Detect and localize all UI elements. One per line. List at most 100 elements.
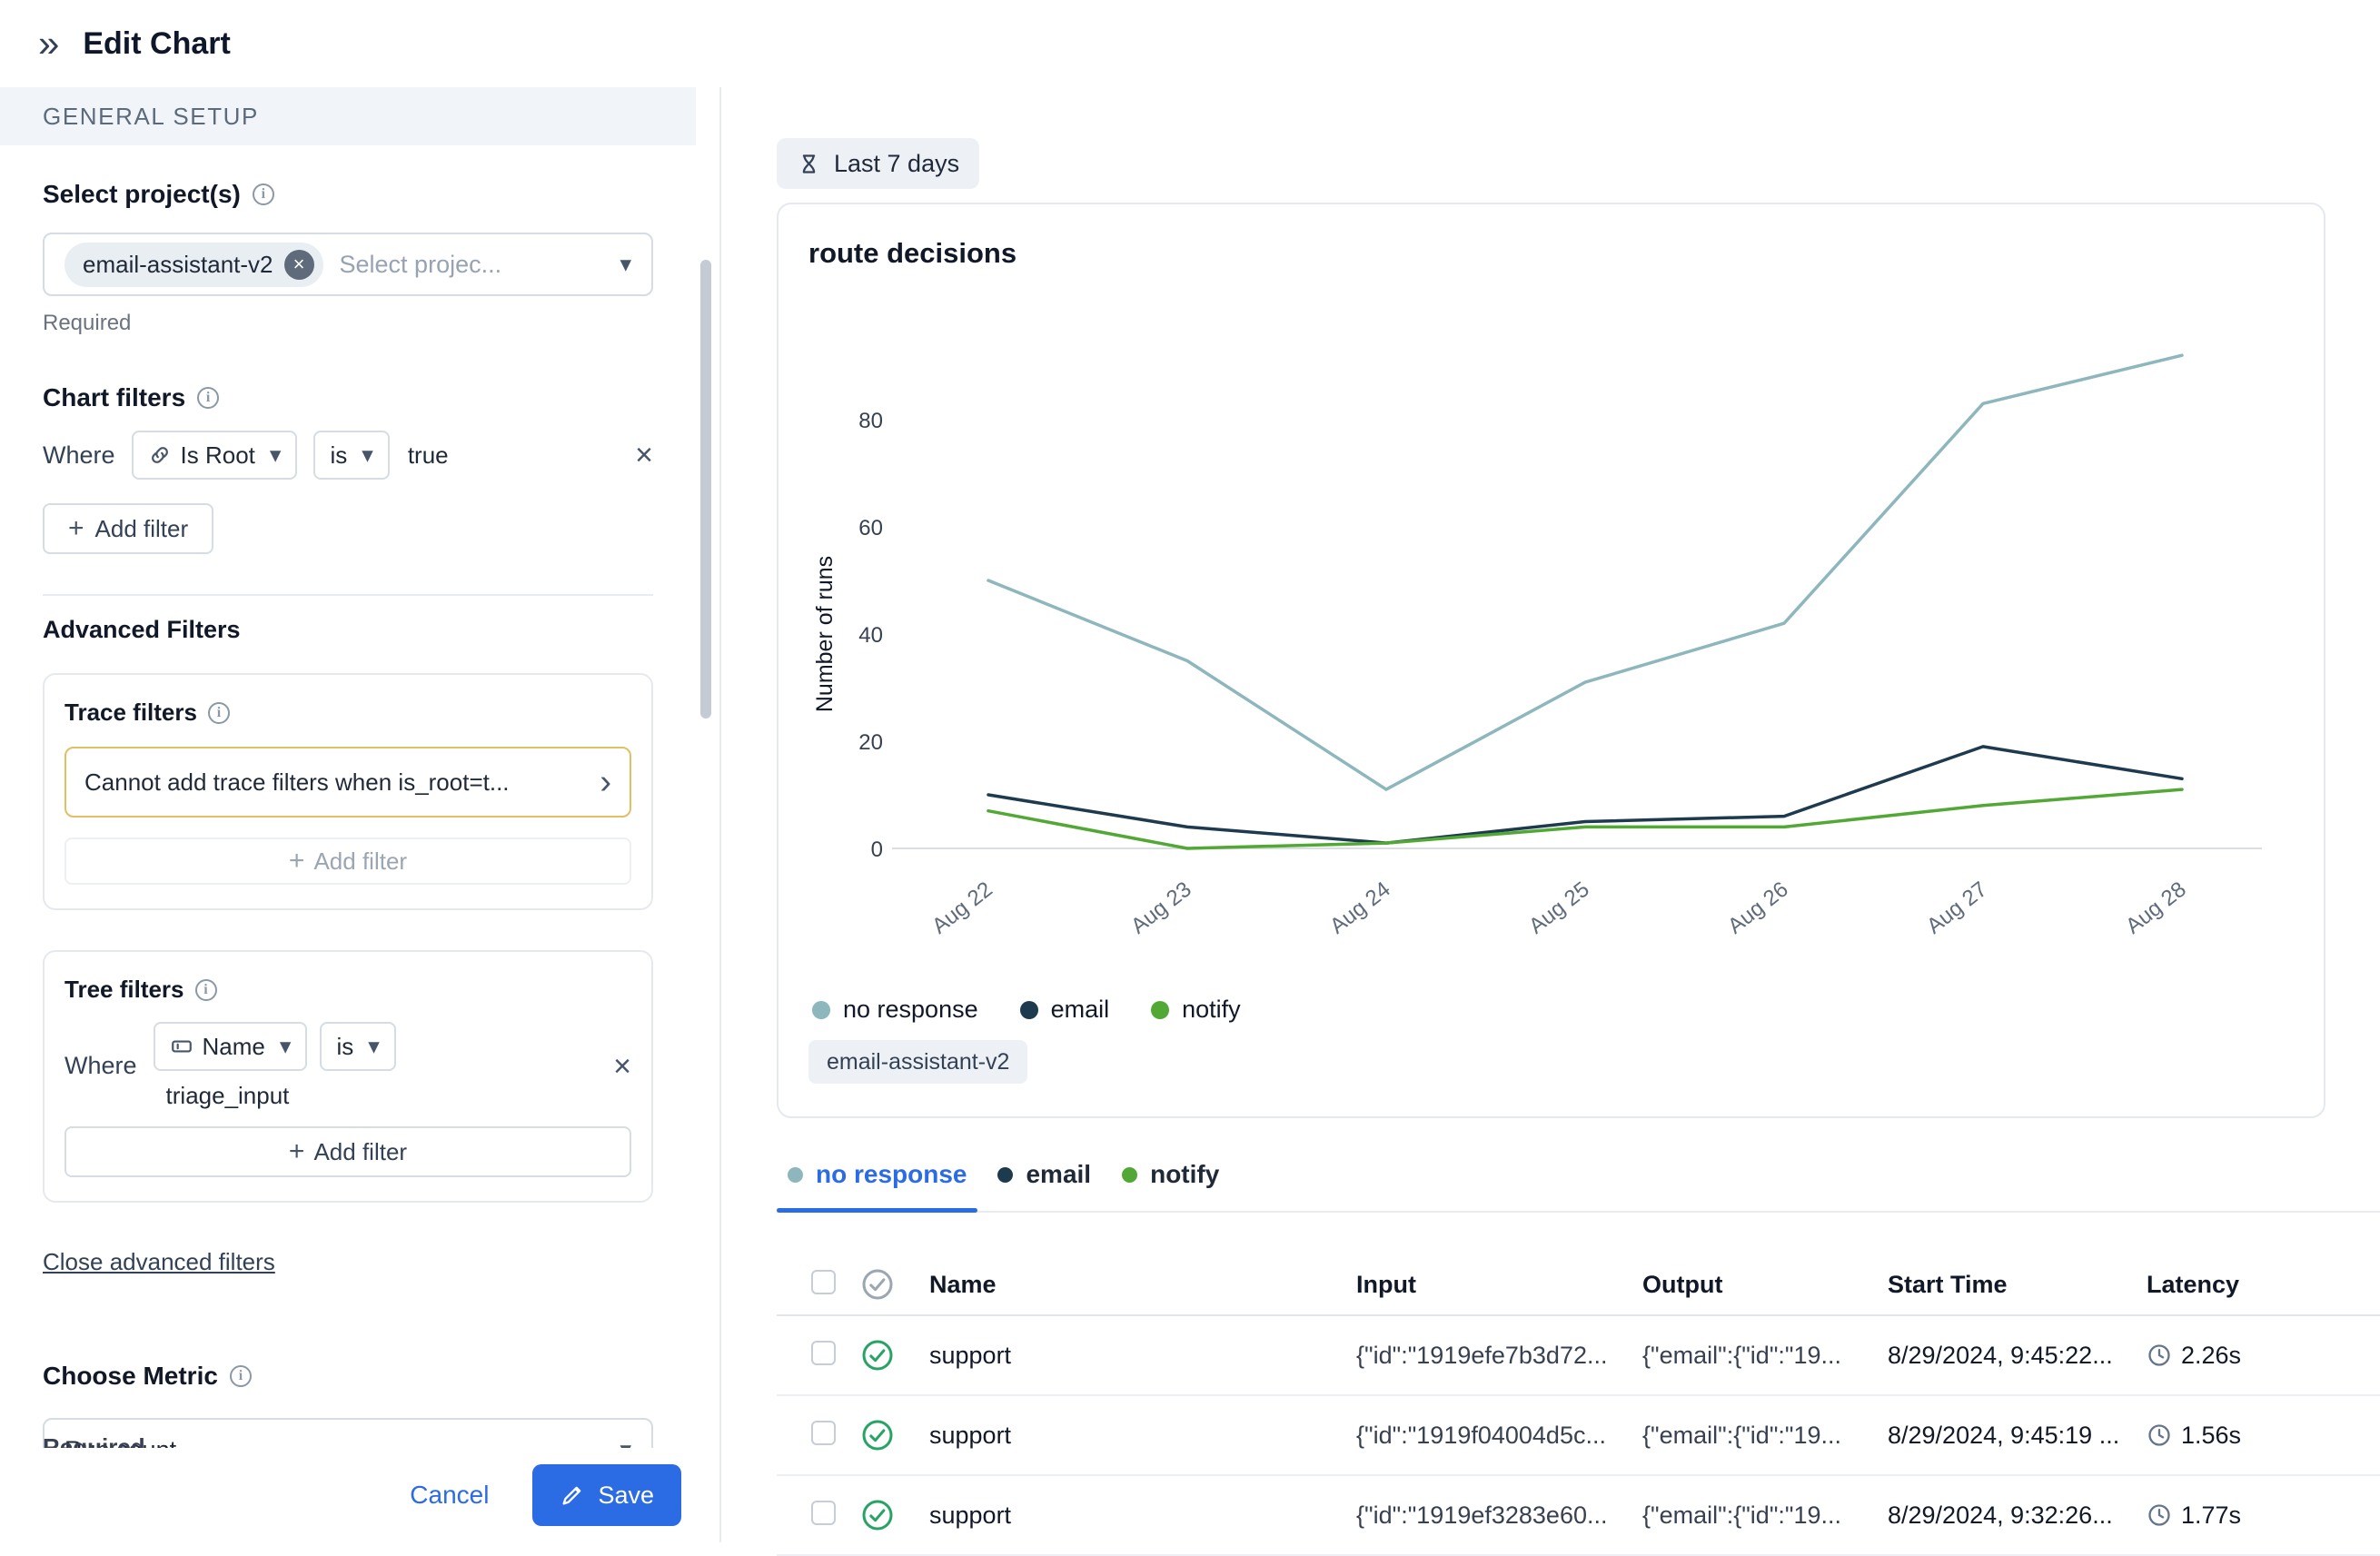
svg-text:80: 80	[858, 409, 883, 433]
plus-icon: +	[289, 1138, 305, 1165]
filter-value[interactable]: true	[408, 441, 449, 470]
chevron-right-icon: ›	[600, 765, 611, 799]
legend-label: no response	[843, 996, 978, 1024]
success-check-icon	[861, 1419, 894, 1452]
chart-title: route decisions	[808, 237, 2294, 270]
legend-label: email	[1051, 996, 1110, 1024]
tab-dot	[1122, 1167, 1137, 1183]
app-header: » Edit Chart	[0, 0, 2380, 87]
page-title: Edit Chart	[83, 26, 230, 62]
info-icon: i	[197, 387, 219, 409]
cell-start-time: 8/29/2024, 9:45:22...	[1868, 1342, 2127, 1370]
latency-value: 2.26s	[2181, 1342, 2241, 1370]
where-label: Where	[64, 1052, 137, 1080]
tree-filter-value[interactable]: triage_input	[166, 1082, 396, 1110]
table-header-row: Name Input Output Start Time Latency	[777, 1254, 2380, 1316]
cell-output: {"email":{"id":"19...	[1622, 1501, 1868, 1530]
tree-add-filter-button[interactable]: + Add filter	[64, 1126, 631, 1177]
tab-dot	[997, 1167, 1013, 1183]
remove-filter-icon[interactable]: ×	[613, 1051, 631, 1082]
trace-filters-label: Trace filters	[64, 699, 197, 727]
tab-email[interactable]: email	[987, 1155, 1102, 1211]
collapse-panel-icon[interactable]: »	[38, 26, 59, 61]
add-filter-button[interactable]: + Add filter	[43, 503, 213, 554]
legend-dot	[812, 1001, 830, 1019]
filter-field-select[interactable]: Is Root ▾	[132, 431, 298, 480]
tree-filter-field-select[interactable]: Name ▾	[154, 1022, 308, 1071]
warning-text: Cannot add trace filters when is_root=t.…	[84, 768, 510, 797]
select-all-checkbox[interactable]	[811, 1270, 836, 1294]
table-row[interactable]: support {"id":"1919f04004d5c... {"email"…	[777, 1396, 2380, 1476]
trace-filters-card: Trace filters i Cannot add trace filters…	[43, 673, 653, 910]
svg-text:Number of runs: Number of runs	[812, 556, 838, 712]
cell-name: support	[909, 1422, 1336, 1450]
chart-card: route decisions 020406080Aug 22Aug 23Aug…	[777, 203, 2325, 1118]
column-header-name: Name	[909, 1271, 1336, 1299]
row-checkbox[interactable]	[811, 1341, 836, 1365]
cell-name: support	[909, 1342, 1336, 1370]
tree-filter-operator-value: is	[336, 1033, 353, 1061]
trace-add-filter-button[interactable]: + Add filter	[64, 837, 631, 885]
legend-item: email	[1020, 996, 1110, 1024]
svg-text:Aug 25: Aug 25	[1524, 877, 1594, 938]
chart-preview-area: Last 7 days route decisions 020406080Aug…	[721, 87, 2380, 1542]
row-checkbox[interactable]	[811, 1501, 836, 1525]
svg-text:Aug 27: Aug 27	[1922, 877, 1992, 938]
cell-name: support	[909, 1501, 1336, 1530]
filter-operator-value: is	[330, 441, 347, 470]
svg-text:Aug 24: Aug 24	[1325, 877, 1395, 938]
tab-label: no response	[816, 1160, 967, 1189]
edit-chart-panel: GENERAL SETUP Select project(s) i email-…	[0, 87, 696, 1542]
cell-latency: 1.56s	[2127, 1422, 2380, 1450]
chevron-down-icon: ▾	[280, 1033, 292, 1060]
section-general-setup: GENERAL SETUP	[0, 87, 696, 145]
tab-dot	[788, 1167, 803, 1183]
svg-text:60: 60	[858, 516, 883, 540]
pencil-icon	[560, 1482, 585, 1508]
panel-footer: Cancel Save	[0, 1448, 696, 1542]
add-filter-label: Add filter	[313, 847, 407, 876]
project-select[interactable]: email-assistant-v2 × Select projec... ▾	[43, 233, 653, 296]
remove-filter-icon[interactable]: ×	[635, 440, 653, 471]
status-check-icon	[861, 1268, 894, 1301]
remove-project-icon[interactable]: ×	[284, 250, 314, 280]
info-icon: i	[253, 183, 274, 205]
tree-filter-field-value: Name	[203, 1033, 265, 1061]
select-projects-label: Select project(s)	[43, 180, 241, 209]
trace-filters-warning[interactable]: Cannot add trace filters when is_root=t.…	[64, 747, 631, 818]
tab-no-response[interactable]: no response	[777, 1155, 977, 1211]
filter-operator-select[interactable]: is ▾	[313, 431, 389, 480]
info-icon: i	[208, 702, 230, 724]
project-tag: email-assistant-v2	[808, 1040, 1027, 1084]
svg-text:40: 40	[858, 623, 883, 648]
success-check-icon	[861, 1499, 894, 1531]
divider	[43, 594, 653, 596]
tree-filters-label: Tree filters	[64, 976, 184, 1004]
save-button[interactable]: Save	[532, 1464, 681, 1526]
table-row[interactable]: support {"id":"1919efe7b3d72... {"email"…	[777, 1316, 2380, 1396]
time-range-chip[interactable]: Last 7 days	[777, 138, 979, 189]
cancel-button[interactable]: Cancel	[392, 1470, 507, 1521]
svg-text:0: 0	[871, 837, 883, 862]
row-checkbox[interactable]	[811, 1421, 836, 1445]
add-filter-label: Add filter	[95, 515, 189, 543]
tree-filter-operator-select[interactable]: is ▾	[320, 1022, 395, 1071]
chevron-down-icon: ▾	[368, 1033, 380, 1060]
close-advanced-filters-link[interactable]: Close advanced filters	[43, 1248, 275, 1276]
series-tabs: no response email notify	[777, 1155, 2380, 1213]
info-icon: i	[195, 979, 217, 1001]
tree-filter-row: Where Name ▾ is ▾ triage_input	[64, 1022, 631, 1110]
chart-legend: no response email notify	[808, 996, 2294, 1024]
success-check-icon	[861, 1339, 894, 1372]
svg-text:Aug 28: Aug 28	[2121, 877, 2191, 938]
latency-value: 1.77s	[2181, 1501, 2241, 1530]
table-row[interactable]: support {"id":"1919ef3283e60... {"email"…	[777, 1476, 2380, 1556]
sidebar-scrollbar[interactable]	[700, 260, 711, 719]
tab-notify[interactable]: notify	[1111, 1155, 1230, 1211]
chevron-down-icon[interactable]: ▾	[620, 251, 631, 278]
svg-text:Aug 23: Aug 23	[1126, 877, 1196, 938]
selected-project-label: email-assistant-v2	[83, 251, 273, 279]
legend-label: notify	[1182, 996, 1241, 1024]
cell-start-time: 8/29/2024, 9:32:26...	[1868, 1501, 2127, 1530]
cell-input: {"id":"1919ef3283e60...	[1336, 1501, 1622, 1530]
